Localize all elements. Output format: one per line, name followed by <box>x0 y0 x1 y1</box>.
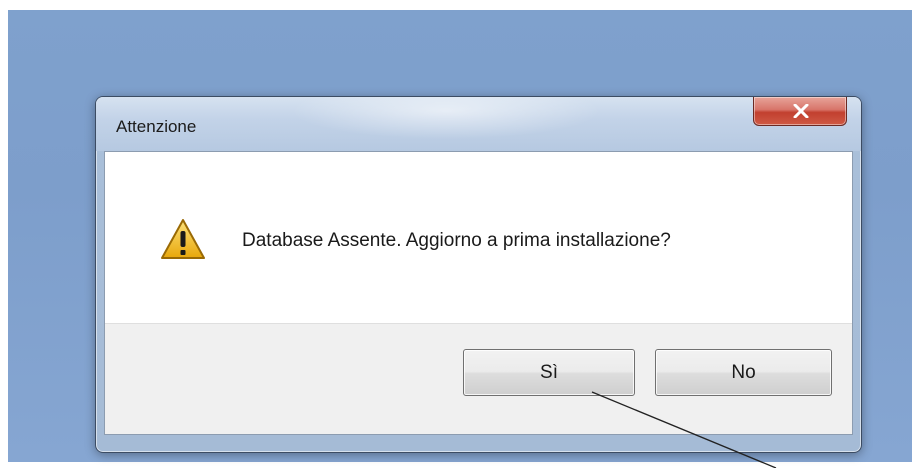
dialog-body: Database Assente. Aggiorno a prima insta… <box>104 151 853 435</box>
screenshot-canvas: Attenzione Database Assente. Aggiorno a … <box>0 0 912 468</box>
close-icon <box>793 104 809 118</box>
warning-icon <box>161 219 205 259</box>
no-button[interactable]: No <box>655 349 832 396</box>
close-button[interactable] <box>753 97 847 126</box>
message-dialog: Attenzione Database Assente. Aggiorno a … <box>95 96 862 453</box>
dialog-message: Database Assente. Aggiorno a prima insta… <box>242 230 671 251</box>
title-bar[interactable]: Attenzione <box>96 97 861 151</box>
button-bar: Sì No <box>105 323 852 434</box>
yes-button[interactable]: Sì <box>463 349 635 396</box>
message-area: Database Assente. Aggiorno a prima insta… <box>105 152 852 323</box>
dialog-title: Attenzione <box>116 117 197 136</box>
